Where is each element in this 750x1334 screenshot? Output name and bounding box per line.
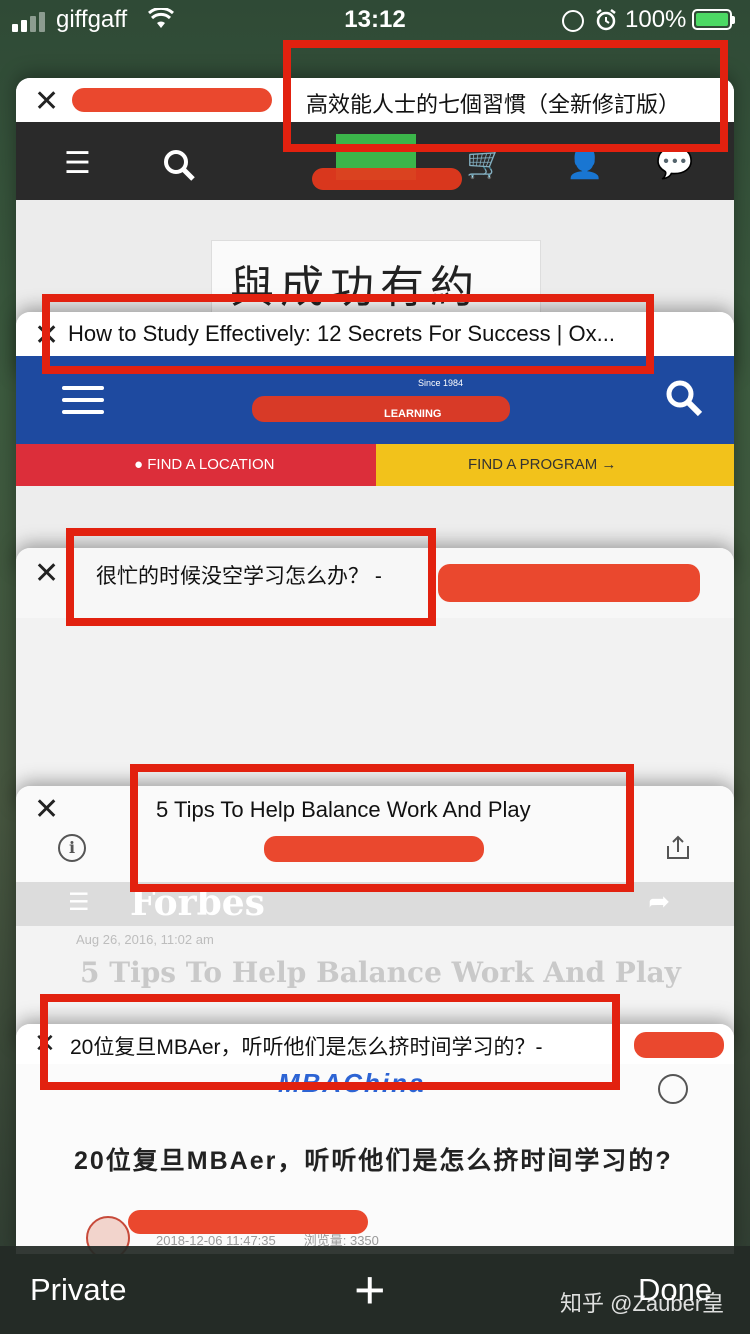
tab-card-5[interactable]: ✕ 20位复旦MBAer，听听他们是怎么挤时间学习的？- MBAChina 20…	[16, 1024, 734, 1254]
alarm-icon	[596, 9, 616, 31]
tab-header: ✕ 20位复旦MBAer，听听他们是怎么挤时间学习的？-	[16, 1024, 734, 1064]
tab-title: 20位复旦MBAer，听听他们是怎么挤时间学习的？-	[70, 1036, 543, 1059]
find-program-button[interactable]: FIND A PROGRAM →	[376, 444, 734, 486]
close-tab-icon[interactable]: ✕	[34, 792, 59, 827]
tab-title: 高效能人士的七個習慣（全新修訂版）	[306, 92, 681, 117]
tab-card-4[interactable]: ✕ 5 Tips To Help Balance Work And Play i…	[16, 786, 734, 1046]
cta-row: ● FIND A LOCATION FIND A PROGRAM →	[16, 444, 734, 486]
find-location-label: FIND A LOCATION	[147, 456, 275, 473]
site-nav-bar: ☰ 🛒 👤 💬	[16, 122, 734, 200]
menu-icon	[62, 386, 104, 422]
battery-charging-icon	[692, 9, 735, 30]
orientation-lock-icon	[562, 10, 584, 32]
user-icon[interactable]	[658, 1074, 688, 1104]
chat-icon: 💬	[656, 147, 694, 180]
tab-header: ✕ 很忙的时候没空学习怎么办？ -	[16, 548, 734, 618]
search-icon	[666, 380, 703, 417]
article-headline: 5 Tips To Help Balance Work And Play	[80, 956, 681, 989]
user-icon: 👤	[566, 147, 604, 180]
close-tab-icon[interactable]: ✕	[34, 1028, 56, 1059]
menu-icon: ☰	[64, 147, 91, 180]
info-icon[interactable]: i	[58, 834, 86, 862]
article-date: Aug 26, 2016, 11:02 am	[76, 932, 214, 947]
cart-icon: 🛒	[466, 147, 504, 180]
site-logo: MBAChina	[278, 1068, 426, 1098]
tab-header: ✕ 高效能人士的七個習慣（全新修訂版）	[16, 78, 734, 122]
redaction-mark	[72, 88, 272, 112]
find-program-label: FIND A PROGRAM	[468, 456, 598, 473]
menu-icon: ☰	[68, 889, 90, 916]
close-tab-icon[interactable]: ✕	[34, 318, 59, 353]
close-tab-icon[interactable]: ✕	[34, 556, 59, 591]
redaction-mark	[312, 168, 462, 190]
redaction-mark	[252, 396, 510, 422]
watermark: 知乎 @Zauber皇	[560, 1291, 725, 1316]
tab-card-3[interactable]: ✕ 很忙的时候没空学习怎么办？ -	[16, 548, 734, 808]
book-cover-text: 與成功有約	[211, 240, 541, 320]
share-arrow-icon: ➦	[648, 886, 670, 916]
location-pin-icon: ●	[134, 456, 148, 473]
close-tab-icon[interactable]: ✕	[34, 84, 59, 119]
article-headline: 20位复旦MBAer，听听他们是怎么挤时间学习的?	[74, 1147, 673, 1175]
redaction-mark	[264, 836, 484, 862]
redaction-mark	[438, 564, 700, 602]
tab-header: ✕ How to Study Effectively: 12 Secrets F…	[16, 312, 734, 356]
status-bar: giffgaff 13:12 100%	[0, 0, 750, 40]
share-icon[interactable]	[664, 834, 692, 862]
private-button[interactable]: Private	[30, 1272, 126, 1308]
site-header: Since 1984 LEARNING	[16, 356, 734, 444]
new-tab-button[interactable]: +	[354, 1260, 386, 1320]
tab-title: How to Study Effectively: 12 Secrets For…	[68, 321, 615, 346]
search-icon	[164, 150, 195, 181]
battery-percentage: 100%	[625, 6, 687, 33]
redaction-mark	[634, 1032, 724, 1058]
logo-tagline: Since 1984	[418, 378, 464, 388]
find-location-button[interactable]: ● FIND A LOCATION	[16, 444, 376, 486]
tab-title: 5 Tips To Help Balance Work And Play	[156, 797, 531, 822]
logo-word: LEARNING	[384, 408, 442, 420]
tab-header: ✕ 5 Tips To Help Balance Work And Play i	[16, 786, 734, 882]
tab-switcher-toolbar: Private + Done 知乎 @Zauber皇	[0, 1246, 750, 1334]
tab-card-2[interactable]: ✕ How to Study Effectively: 12 Secrets F…	[16, 312, 734, 572]
arrow-right-icon: →	[597, 456, 617, 473]
site-brand: Forbes	[130, 882, 265, 924]
site-nav-bar: ☰ Forbes ➦	[16, 882, 734, 926]
